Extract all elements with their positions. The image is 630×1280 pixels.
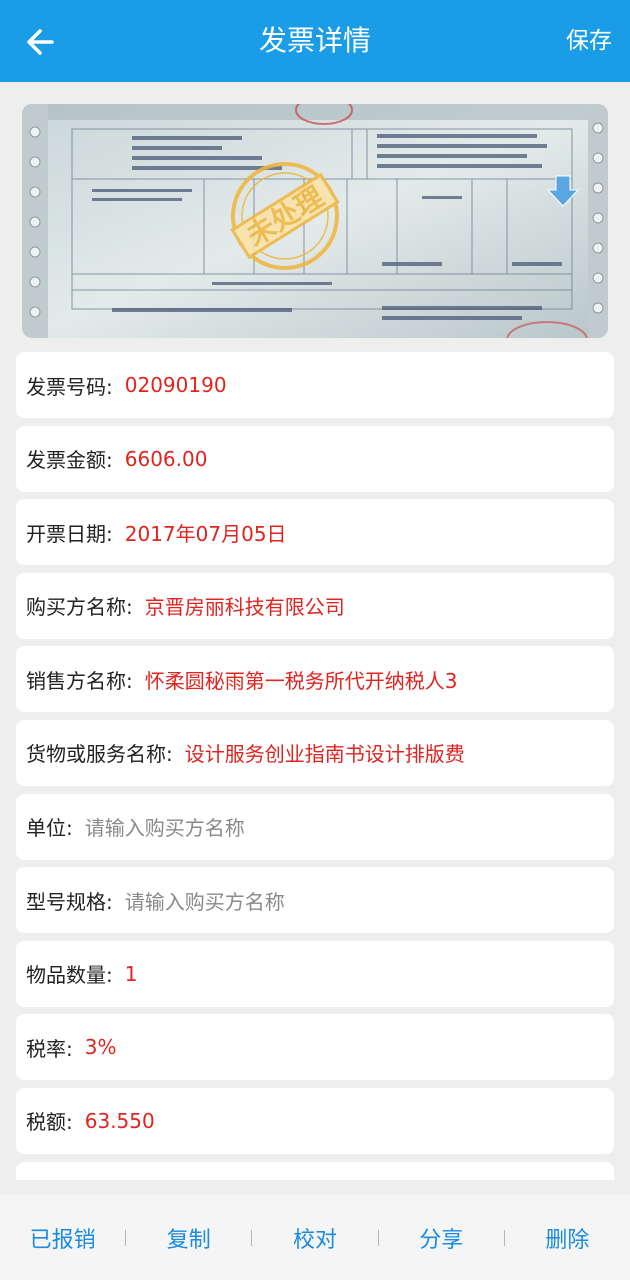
quantity-row[interactable]: 物品数量: 1	[16, 940, 614, 1007]
model-spec-input[interactable]: 请输入购买方名称	[125, 886, 285, 915]
invoice-number-row[interactable]: 发票号码: 02090190	[16, 352, 614, 418]
field-label: 税率:	[26, 1036, 73, 1061]
save-button[interactable]: 保存	[566, 0, 612, 82]
unit-input[interactable]: 请输入购买方名称	[85, 812, 245, 841]
invoice-fields: 发票号码: 02090190 发票金额: 6606.00 开票日期: 2017年…	[16, 352, 614, 1180]
invoice-amount-row[interactable]: 发票金额: 6606.00	[16, 425, 614, 492]
goods-service-row[interactable]: 货物或服务名称: 设计服务创业指南书设计排版费	[16, 719, 614, 786]
copy-button[interactable]: 复制	[126, 1222, 251, 1254]
field-label: 型号规格:	[26, 889, 113, 914]
buyer-name-value[interactable]: 京晋房丽科技有限公司	[145, 591, 345, 620]
field-label: 物品数量:	[26, 963, 113, 988]
quantity-value[interactable]: 1	[125, 962, 138, 986]
seller-name-value[interactable]: 怀柔圆秘雨第一税务所代开纳税人3	[145, 665, 458, 694]
content-scroll-area[interactable]: 未处理 发票号码: 02090190 发票金额: 6606.00 开票日期: 2…	[0, 82, 630, 1180]
field-label: 销售方名称:	[26, 668, 133, 693]
invoice-amount-value[interactable]: 6606.00	[125, 447, 208, 471]
field-label: 发票号码:	[26, 374, 113, 399]
invoice-photo[interactable]: 未处理	[22, 104, 608, 338]
next-row-partial[interactable]	[16, 1161, 614, 1180]
seller-name-row[interactable]: 销售方名称: 怀柔圆秘雨第一税务所代开纳税人3	[16, 646, 614, 713]
issue-date-value[interactable]: 2017年07月05日	[125, 518, 287, 547]
field-label: 货物或服务名称:	[26, 742, 173, 767]
page-title: 发票详情	[258, 24, 371, 57]
bottom-action-bar: 已报销 复制 校对 分享 删除	[0, 1195, 630, 1280]
field-label: 开票日期:	[26, 521, 113, 546]
issue-date-row[interactable]: 开票日期: 2017年07月05日	[16, 499, 614, 566]
tax-amount-row[interactable]: 税额: 63.550	[16, 1087, 614, 1154]
field-label: 发票金额:	[26, 448, 113, 473]
invoice-number-value[interactable]: 02090190	[125, 373, 227, 397]
unit-row[interactable]: 单位: 请输入购买方名称	[16, 793, 614, 860]
top-bar: 发票详情 保存	[0, 0, 630, 82]
field-label: 购买方名称:	[26, 595, 133, 620]
delete-button[interactable]: 删除	[505, 1222, 630, 1254]
field-label: 单位:	[26, 816, 73, 841]
tax-rate-row[interactable]: 税率: 3%	[16, 1014, 614, 1081]
verify-button[interactable]: 校对	[252, 1222, 377, 1254]
reimbursed-button[interactable]: 已报销	[0, 1222, 125, 1254]
tax-amount-value[interactable]: 63.550	[85, 1109, 155, 1133]
field-label: 税额:	[26, 1110, 73, 1135]
tax-rate-value[interactable]: 3%	[85, 1035, 117, 1059]
share-button[interactable]: 分享	[379, 1222, 504, 1254]
buyer-name-row[interactable]: 购买方名称: 京晋房丽科技有限公司	[16, 572, 614, 639]
goods-service-value[interactable]: 设计服务创业指南书设计排版费	[185, 738, 465, 767]
model-spec-row[interactable]: 型号规格: 请输入购买方名称	[16, 867, 614, 934]
